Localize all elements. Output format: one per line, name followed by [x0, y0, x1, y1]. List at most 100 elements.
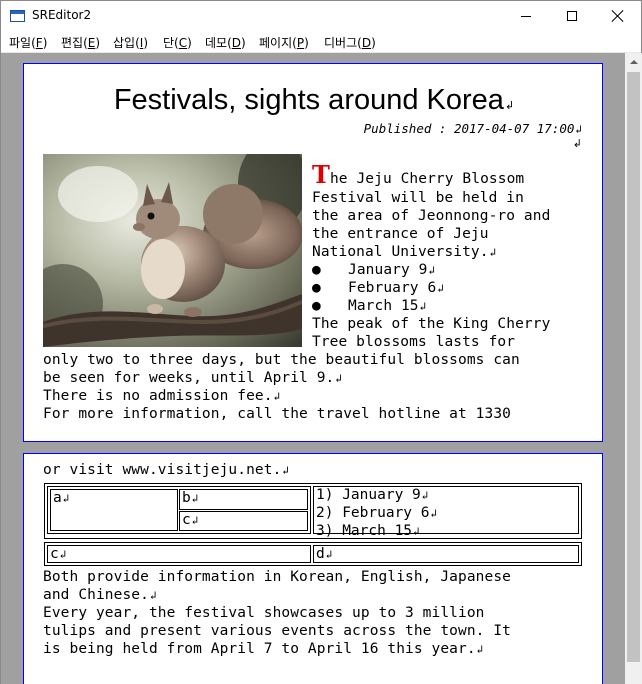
app-window: SREditor2 파일(F) 편집(E) 삽입(I) 단(C) 데모(D) 페… — [0, 0, 642, 684]
close-button[interactable] — [595, 1, 641, 31]
published-text: Published : 2017-04-07 17:00 — [363, 121, 575, 136]
table-cell-numbered-list[interactable]: 1) January 9↲ 2) February 6↲ 3) March 15… — [313, 486, 579, 539]
paragraph-mark: ↲ — [149, 589, 157, 602]
menu-demo-label: 데모 — [205, 36, 228, 50]
text-line: or visit www.visitjeju.net.↲ — [43, 462, 289, 478]
text-line-content: the area of Jeonnong-ro and — [312, 208, 551, 224]
text-line-content: he Jeju Cherry Blossom — [329, 171, 525, 187]
paragraph-mark: ↲ — [476, 643, 484, 656]
bullet-icon: ● — [312, 298, 321, 314]
paragraph-mark: ↲ — [421, 489, 429, 502]
numbered-item: 1) January 9↲ — [316, 487, 428, 503]
numbered-item-text: 2) February 6 — [316, 505, 430, 521]
menu-file-label: 파일 — [9, 36, 32, 50]
paragraph-mark: ↲ — [419, 300, 427, 313]
menu-file[interactable]: 파일(F) — [9, 34, 47, 51]
menu-edit[interactable]: 편집(E) — [61, 34, 100, 51]
paragraph-mark: ↲ — [428, 264, 436, 277]
text-line-content: and Chinese. — [43, 587, 149, 603]
bullet-icon: ● — [312, 280, 321, 296]
cell-c-inner-text: c↲ — [182, 512, 198, 528]
text-line-content: Tree blossoms lasts for — [312, 334, 516, 350]
table-outer[interactable]: a↲ b↲ c↲ 1) January 9↲ 2) February 6↲ 3)… — [44, 483, 582, 539]
paragraph-mark: ↲ — [62, 492, 70, 505]
menu-debug[interactable]: 디버그(D) — [324, 34, 376, 51]
dropcap: T — [312, 160, 330, 189]
document-title-text: Festivals, sights around Korea — [113, 84, 504, 116]
paragraph-mark: ↲ — [325, 548, 333, 561]
paragraph-mark: ↲ — [335, 372, 343, 385]
paragraph-mark: ↲ — [430, 507, 438, 520]
text-line: There is no admission fee.↲ — [43, 388, 280, 404]
page-1[interactable]: Festivals, sights around Korea↲ Publishe… — [23, 63, 603, 442]
bullet-text: January 9 — [348, 262, 428, 278]
text-line-content: only two to three days, but the beautifu… — [43, 352, 520, 368]
bullet-item: ● February 6↲ — [312, 280, 444, 296]
cell-d-text: d↲ — [316, 546, 332, 562]
text-line: only two to three days, but the beautifu… — [43, 352, 520, 368]
menu-insert-accel: I — [139, 36, 144, 50]
bullet-item: ● March 15↲ — [312, 298, 426, 314]
text-line: Every year, the festival showcases up to… — [43, 605, 485, 621]
menu-edit-label: 편집 — [61, 36, 84, 50]
text-line: and Chinese.↲ — [43, 587, 157, 603]
menu-debug-label: 디버그 — [324, 36, 358, 50]
table-cell-d[interactable]: d↲ — [313, 545, 579, 563]
menu-edit-accel: E — [87, 36, 96, 50]
menu-insert[interactable]: 삽입(I) — [113, 34, 148, 51]
paragraph-mark: ↲ — [191, 514, 199, 527]
document-title[interactable]: Festivals, sights around Korea↲ — [24, 84, 602, 117]
text-line: is being held from April 7 to April 16 t… — [43, 641, 483, 657]
bullet-text: February 6 — [348, 280, 437, 296]
text-line: the area of Jeonnong-ro and — [312, 208, 550, 224]
table-cell-b[interactable]: b↲ — [179, 489, 308, 510]
menu-column[interactable]: 단(C) — [163, 34, 192, 51]
squirrel-photo-icon — [43, 154, 302, 347]
table-cell-nested[interactable]: a↲ b↲ c↲ — [47, 486, 311, 534]
title-bar[interactable]: SREditor2 — [1, 1, 641, 31]
text-line-content: is being held from April 7 to April 16 t… — [43, 641, 476, 657]
table-outer-row2[interactable]: c↲ d↲ — [44, 542, 582, 566]
menu-bar: 파일(F) 편집(E) 삽입(I) 단(C) 데모(D) 페이지(P) 디버그(… — [1, 31, 641, 53]
minimize-button[interactable] — [503, 1, 549, 31]
numbered-item-text: 1) January 9 — [316, 487, 421, 503]
scroll-thumb[interactable] — [627, 72, 640, 662]
paragraph-mark: ↲ — [282, 464, 290, 477]
text-line-content: or visit www.visitjeju.net. — [43, 462, 282, 478]
squirrel-image[interactable] — [43, 154, 302, 347]
bullet-item: ● January 9↲ — [312, 262, 435, 278]
menu-page[interactable]: 페이지(P) — [259, 34, 309, 51]
table-cell-a[interactable]: a↲ — [50, 489, 178, 531]
menu-demo[interactable]: 데모(D) — [205, 34, 246, 51]
paragraph-mark: ↲ — [191, 492, 199, 505]
menu-demo-accel: D — [231, 36, 242, 50]
published-date[interactable]: Published : 2017-04-07 17:00↲ — [364, 121, 582, 136]
paragraph-mark: ↲ — [437, 282, 445, 295]
menu-page-accel: P — [296, 36, 305, 50]
text-line: The Jeju Cherry Blossom — [312, 160, 524, 189]
text-line-content: the entrance of Jeju — [312, 226, 489, 242]
minimize-icon — [521, 15, 531, 17]
cell-c-label: c — [50, 546, 59, 562]
table-cell-c-inner[interactable]: c↲ — [179, 511, 308, 531]
vertical-scrollbar[interactable] — [625, 53, 642, 684]
cell-c-text: c↲ — [50, 546, 66, 562]
bullet-icon: ● — [312, 262, 321, 278]
maximize-button[interactable] — [549, 1, 595, 31]
empty-paragraph[interactable]: ↲ — [573, 137, 582, 150]
cell-b-label: b — [182, 490, 191, 506]
app-icon — [10, 10, 25, 22]
text-line-content: The peak of the King Cherry — [312, 316, 551, 332]
text-line-content: Festival will be held in — [312, 190, 524, 206]
document-canvas[interactable]: Festivals, sights around Korea↲ Publishe… — [1, 53, 625, 684]
table-cell-c[interactable]: c↲ — [47, 545, 311, 563]
paragraph-mark: ↲ — [413, 525, 420, 538]
cell-a-label: a — [53, 490, 62, 506]
page-2[interactable]: or visit www.visitjeju.net.↲ a↲ b↲ c↲ 1)… — [23, 453, 603, 684]
text-line: For more information, call the travel ho… — [43, 406, 511, 422]
numbered-item: 2) February 6↲ — [316, 505, 437, 521]
paragraph-mark: ↲ — [489, 246, 497, 259]
scroll-up-button[interactable] — [625, 53, 642, 70]
text-line-content: Both provide information in Korean, Engl… — [43, 569, 511, 585]
text-line-content: National University. — [312, 244, 489, 260]
